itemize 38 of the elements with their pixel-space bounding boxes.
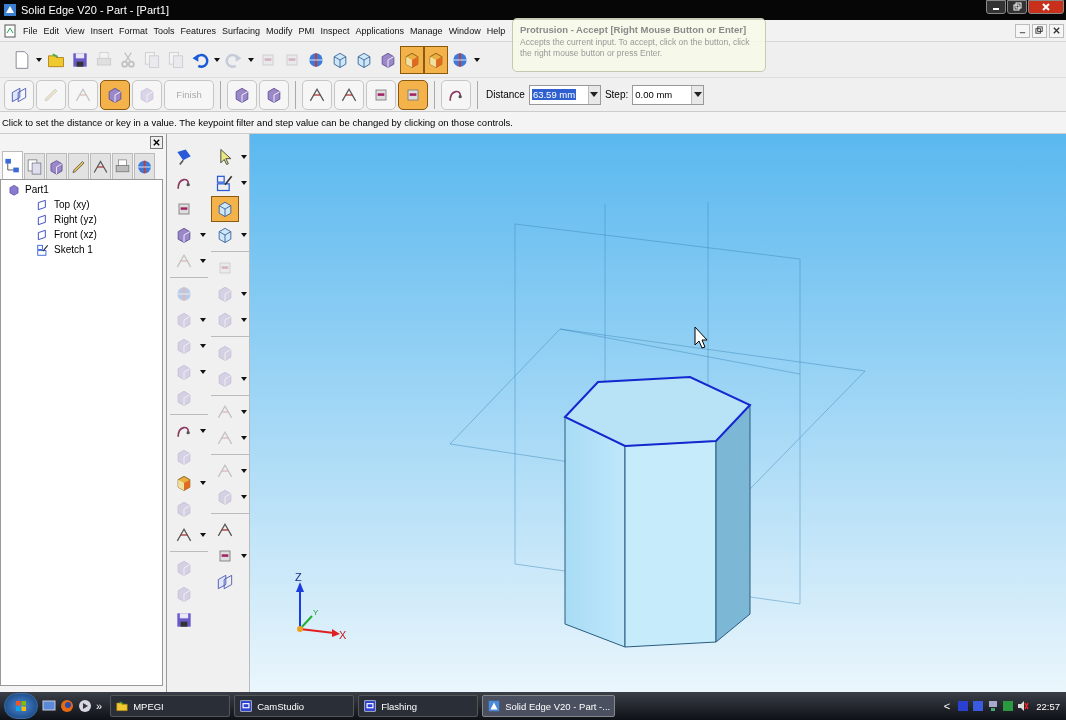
tree-item[interactable]: Front (xz) <box>36 227 97 242</box>
more-button[interactable]: » <box>96 700 103 712</box>
z-axis-label: Z <box>295 571 302 583</box>
menu-item[interactable]: Modify <box>263 25 296 36</box>
step-label: Step: <box>604 89 629 100</box>
y-axis-label: Y <box>313 608 319 617</box>
menu-item[interactable]: Format <box>115 25 151 36</box>
taskbar-button[interactable]: MPEGI <box>110 695 231 717</box>
menu-item[interactable]: Applications <box>352 25 408 36</box>
menu-item[interactable]: Edit <box>40 25 63 36</box>
step-field[interactable]: 0.00 mm <box>632 84 705 105</box>
menu-item[interactable]: Help <box>483 25 509 36</box>
menu-item[interactable]: Manage <box>407 25 446 36</box>
x-axis-label: X <box>339 629 347 641</box>
window-title: Solid Edge V20 - Part - [Part1] <box>21 4 169 16</box>
menu-item[interactable]: Surfacing <box>218 25 263 36</box>
distance-field[interactable]: 63.59 mm <box>528 84 601 105</box>
menu-item[interactable]: File <box>20 25 41 36</box>
tree-item[interactable]: Part1 <box>7 182 49 197</box>
menu-item[interactable]: Tools <box>150 25 178 36</box>
tooltip-title: Protrusion - Accept [Right Mouse Button or Enter] <box>520 24 748 35</box>
tree-item[interactable]: Top (xy) <box>36 197 90 212</box>
distance-label: Distance <box>486 89 525 100</box>
clock: 22:57 <box>1036 700 1060 712</box>
taskbar-button[interactable]: Flashing <box>358 695 479 717</box>
menu-item[interactable]: PMI <box>295 25 318 36</box>
menu-item[interactable]: Window <box>445 25 484 36</box>
tree-item[interactable]: Sketch 1 <box>36 242 93 257</box>
tray-expand-button[interactable]: < <box>943 700 951 712</box>
tooltip-text: Accepts the current input. To accept, click on the button, click the right mouse button or press Enter. <box>520 37 751 59</box>
menu-item[interactable]: Inspect <box>317 25 353 36</box>
tree-item[interactable]: Right (yz) <box>36 212 97 227</box>
taskbar-button[interactable]: CamStudio <box>234 695 355 717</box>
taskbar-button[interactable]: Solid Edge V20 - Part -... <box>482 695 616 717</box>
menu-item[interactable]: Insert <box>87 25 116 36</box>
menu-item[interactable]: View <box>62 25 88 36</box>
prompt-text: Click to set the distance or key in a value. The keypoint filter and step value can be changed by clicking on those controls. <box>2 117 513 128</box>
menu-item[interactable]: Features <box>177 25 219 36</box>
